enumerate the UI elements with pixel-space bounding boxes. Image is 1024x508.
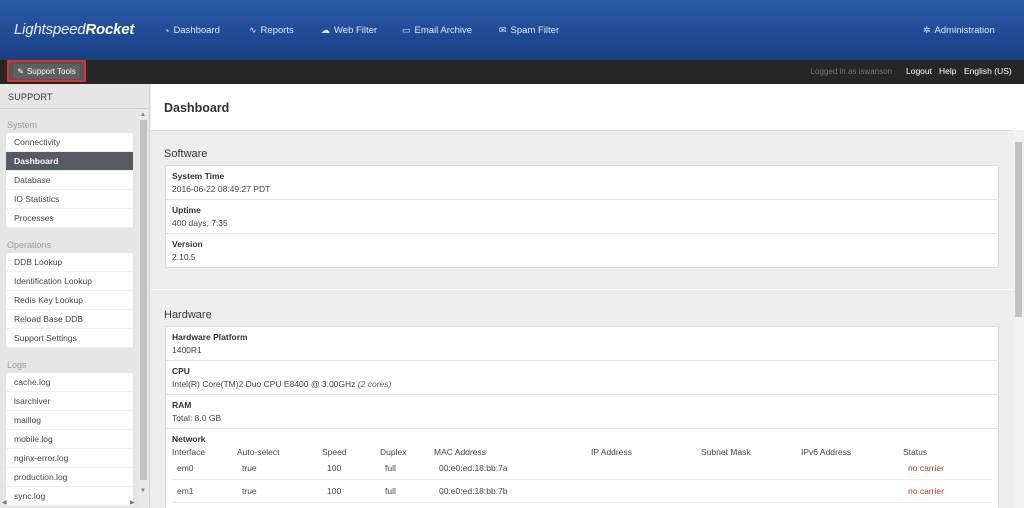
- sidebar-group-operations: DDB Lookup Identification Lookup Redis K…: [6, 253, 133, 348]
- nav-reports[interactable]: ∿ Reports: [249, 25, 294, 36]
- sidebar-item-processes[interactable]: Processes: [6, 209, 133, 228]
- network-table-header: Interface Auto-select Speed Duplex MAC A…: [172, 447, 928, 457]
- email-archive-icon: ▭: [402, 25, 411, 35]
- sidebar-item-cache-log[interactable]: cache.log: [6, 373, 133, 392]
- status-badge: no carrier: [908, 486, 944, 496]
- spam-filter-icon: ✉: [499, 25, 507, 35]
- group-label-logs: Logs: [7, 360, 27, 370]
- page-title: Dashboard: [164, 101, 230, 115]
- software-section-title: Software: [164, 148, 208, 160]
- help-link[interactable]: Help: [939, 66, 956, 76]
- sidebar-item-sync-log[interactable]: sync.log: [6, 487, 133, 506]
- scrollbar-thumb[interactable]: [140, 120, 147, 480]
- uptime-row: Uptime 400 days, 7:35: [166, 200, 998, 234]
- system-time-row: System Time 2016-06-22 08:49:27 PDT: [166, 166, 998, 200]
- scroll-up-arrow-icon[interactable]: ▲: [140, 112, 146, 118]
- sidebar-vertical-scrollbar[interactable]: [139, 110, 148, 507]
- sidebar-item-lsarchiver[interactable]: lsarchiver: [6, 392, 133, 411]
- sidebar-item-identification-lookup[interactable]: Identification Lookup: [6, 272, 133, 291]
- status-badge: no carrier: [908, 463, 944, 473]
- version-row: Version 2.10.5: [166, 234, 998, 267]
- wrench-icon: ✎: [17, 66, 24, 76]
- language-link[interactable]: English (US): [964, 66, 1012, 76]
- nav-email-archive[interactable]: ▭ Email Archive: [402, 25, 472, 36]
- logout-link[interactable]: Logout: [906, 66, 932, 76]
- network-row: Network Interface Auto-select Speed Dupl…: [166, 429, 998, 508]
- hardware-section-title: Hardware: [164, 309, 212, 321]
- software-card: System Time 2016-06-22 08:49:27 PDT Upti…: [165, 165, 999, 268]
- sidebar-item-production-log[interactable]: production.log: [6, 468, 133, 487]
- logged-in-text: Logged in as iswanson: [810, 67, 892, 76]
- table-row: em1 true 100 full 00:e0:ed:18:bb:7b no c…: [172, 480, 992, 503]
- sidebar-item-reload-base-ddb[interactable]: Reload Base DDB: [6, 310, 133, 329]
- secondary-toolbar: ✎ Support Tools Logged in as iswanson Lo…: [0, 60, 1024, 84]
- cpu-row: CPU Intel(R) Core(TM)2 Duo CPU E8400 @ 3…: [166, 361, 998, 395]
- scrollbar-thumb[interactable]: [1015, 142, 1022, 317]
- hardware-section: Hardware Hardware Platform 1400R1 CPU In…: [151, 290, 1013, 508]
- top-navigation-bar: LightspeedRocket ◔ Dashboard ∿ Reports ☁ We…: [0, 0, 1024, 60]
- lightspeed-rocket-logo[interactable]: LightspeedRocket: [14, 21, 134, 38]
- sidebar-group-logs: cache.log lsarchiver maillog mobile.log …: [6, 373, 133, 506]
- administration-icon: ✲: [923, 25, 931, 35]
- sidebar-item-mobile-log[interactable]: mobile.log: [6, 430, 133, 449]
- system-time-value: 2016-06-22 08:49:27 PDT: [172, 184, 271, 194]
- sidebar-item-support-settings[interactable]: Support Settings: [6, 329, 133, 348]
- ram-row: RAM Total: 8.0 GB: [166, 395, 998, 429]
- sidebar-item-connectivity[interactable]: Connectivity: [6, 133, 133, 152]
- scroll-down-arrow-icon[interactable]: ▼: [140, 488, 146, 494]
- reports-icon: ∿: [249, 25, 257, 35]
- sidebar-title: SUPPORT: [8, 92, 53, 102]
- main-content: Dashboard Software System Time 2016-06-2…: [151, 84, 1024, 508]
- table-row: em0 true 100 full 00:e0:ed:18:bb:7a no c…: [172, 457, 992, 480]
- web-filter-icon: ☁: [321, 25, 330, 35]
- nav-administration[interactable]: ✲ Administration: [923, 25, 995, 36]
- support-sidebar: SUPPORT System Connectivity Dashboard Da…: [0, 84, 150, 508]
- sidebar-group-system: Connectivity Dashboard Database IO Stati…: [6, 133, 133, 228]
- dashboard-icon: ◔: [164, 25, 170, 36]
- group-label-operations: Operations: [7, 240, 52, 250]
- sidebar-item-nginx-error-log[interactable]: nginx-error.log: [6, 449, 133, 468]
- main-vertical-scrollbar[interactable]: [1013, 130, 1024, 508]
- nav-web-filter[interactable]: ☁ Web Filter: [321, 25, 377, 36]
- hardware-card: Hardware Platform 1400R1 CPU Intel(R) Co…: [165, 326, 999, 508]
- support-tools-button[interactable]: ✎ Support Tools: [7, 60, 86, 82]
- sidebar-item-redis-key-lookup[interactable]: Redis Key Lookup: [6, 291, 133, 310]
- nav-dashboard[interactable]: ◔ Dashboard: [164, 25, 220, 36]
- sidebar-item-maillog[interactable]: maillog: [6, 411, 133, 430]
- sidebar-item-ddb-lookup[interactable]: DDB Lookup: [6, 253, 133, 272]
- sidebar-item-database[interactable]: Database: [6, 171, 133, 190]
- scroll-right-arrow-icon[interactable]: ▶: [130, 499, 135, 506]
- nav-spam-filter[interactable]: ✉ Spam Filter: [499, 25, 559, 36]
- sidebar-item-dashboard[interactable]: Dashboard: [6, 152, 133, 171]
- software-section: Software System Time 2016-06-22 08:49:27…: [151, 131, 1013, 289]
- hardware-platform-row: Hardware Platform 1400R1: [166, 327, 998, 361]
- scroll-left-arrow-icon[interactable]: ◀: [2, 499, 7, 506]
- version-value: 2.10.5: [172, 252, 196, 262]
- divider: [0, 108, 149, 109]
- group-label-system: System: [7, 120, 38, 130]
- uptime-value: 400 days, 7:35: [172, 218, 228, 228]
- sidebar-item-io-statistics[interactable]: IO Statistics: [6, 190, 133, 209]
